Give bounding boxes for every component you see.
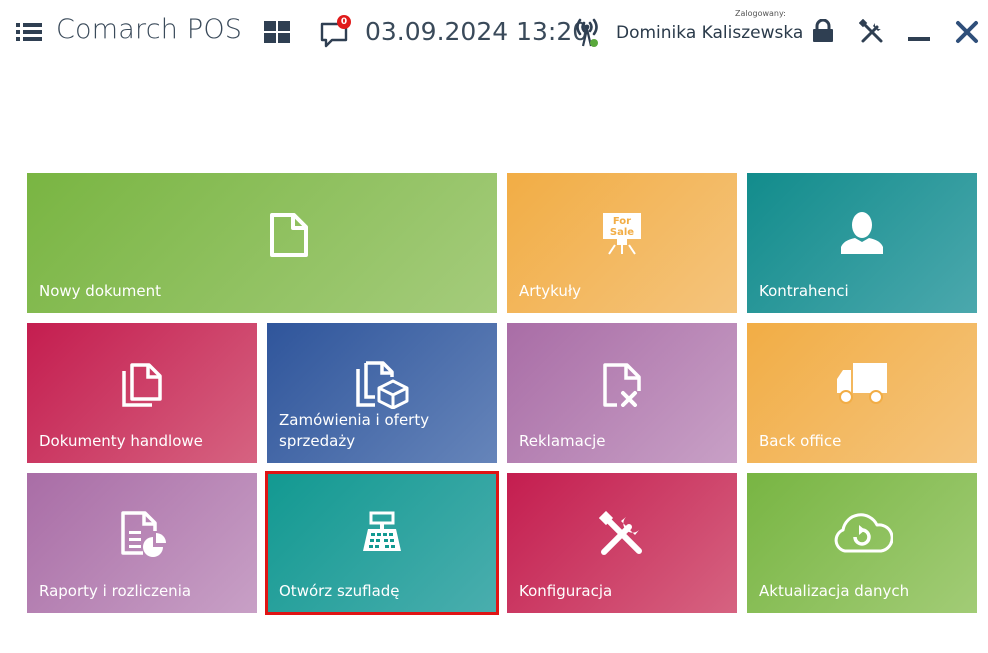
truck-icon [837, 363, 887, 404]
logged-in-label: Zalogowany: [735, 9, 786, 18]
tile-back-office[interactable]: Back office [747, 323, 977, 463]
tile-label: Nowy dokument [39, 282, 161, 300]
for-sale-sign-icon: For Sale [603, 213, 641, 255]
tile-label: Aktualizacja danych [759, 582, 910, 600]
tile-konfiguracja[interactable]: Konfiguracja [507, 473, 737, 613]
connection-status-icon [576, 18, 598, 47]
tile-label: Dokumenty handlowe [39, 432, 203, 450]
tile-nowy-dokument[interactable]: Nowy dokument [27, 173, 497, 313]
menu-icon[interactable] [16, 22, 42, 42]
user-name: Dominika Kaliszewska [616, 23, 804, 43]
document-x-icon [603, 363, 641, 407]
close-icon[interactable] [955, 20, 979, 44]
tile-reklamacje[interactable]: Reklamacje [507, 323, 737, 463]
tools-icon [599, 511, 642, 555]
lock-icon[interactable] [811, 19, 835, 43]
cash-register-icon [363, 511, 401, 551]
datetime: 03.09.2024 13:20 [365, 17, 589, 46]
top-bar: Comarch POS 0 03.09.2024 13:20 Zalogowan… [0, 0, 988, 64]
svg-text:For: For [613, 216, 631, 227]
tile-label: Zamówienia i oferty sprzedaży [279, 411, 430, 450]
new-document-icon [270, 213, 308, 257]
tile-label: Konfiguracja [519, 582, 613, 600]
tile-dokumenty-handlowe[interactable]: Dokumenty handlowe [27, 323, 257, 463]
tile-zamowienia-i-oferty[interactable]: Zamówienia i oferty sprzedaży [267, 323, 497, 463]
person-icon [841, 212, 883, 254]
tile-label: Otwórz szufladę [279, 582, 400, 600]
tile-label: Artykuły [519, 282, 582, 300]
tile-label: Kontrahenci [759, 282, 849, 300]
tile-label: Back office [759, 432, 842, 450]
settings-tools-icon[interactable] [859, 19, 885, 45]
documents-icon [122, 363, 162, 407]
report-chart-icon [121, 511, 166, 557]
svg-text:Sale: Sale [610, 227, 634, 238]
tile-aktualizacja-danych[interactable]: Aktualizacja danych [747, 473, 977, 613]
tile-label: Reklamacje [519, 432, 606, 450]
tile-artykuly[interactable]: For Sale Artykuły [507, 173, 737, 313]
cloud-refresh-icon [834, 513, 893, 553]
tiles-view-icon[interactable] [264, 21, 290, 43]
minimize-icon[interactable] [907, 22, 931, 42]
tile-raporty-i-rozliczenia[interactable]: Raporty i rozliczenia [27, 473, 257, 613]
app-title: Comarch POS [56, 14, 243, 45]
tile-kontrahenci[interactable]: Kontrahenci [747, 173, 977, 313]
tile-label: Raporty i rozliczenia [39, 582, 192, 600]
tile-otworz-szuflade[interactable]: Otwórz szufladę [265, 471, 499, 615]
notifications-badge: 0 [337, 15, 351, 29]
documents-box-icon [356, 361, 409, 409]
